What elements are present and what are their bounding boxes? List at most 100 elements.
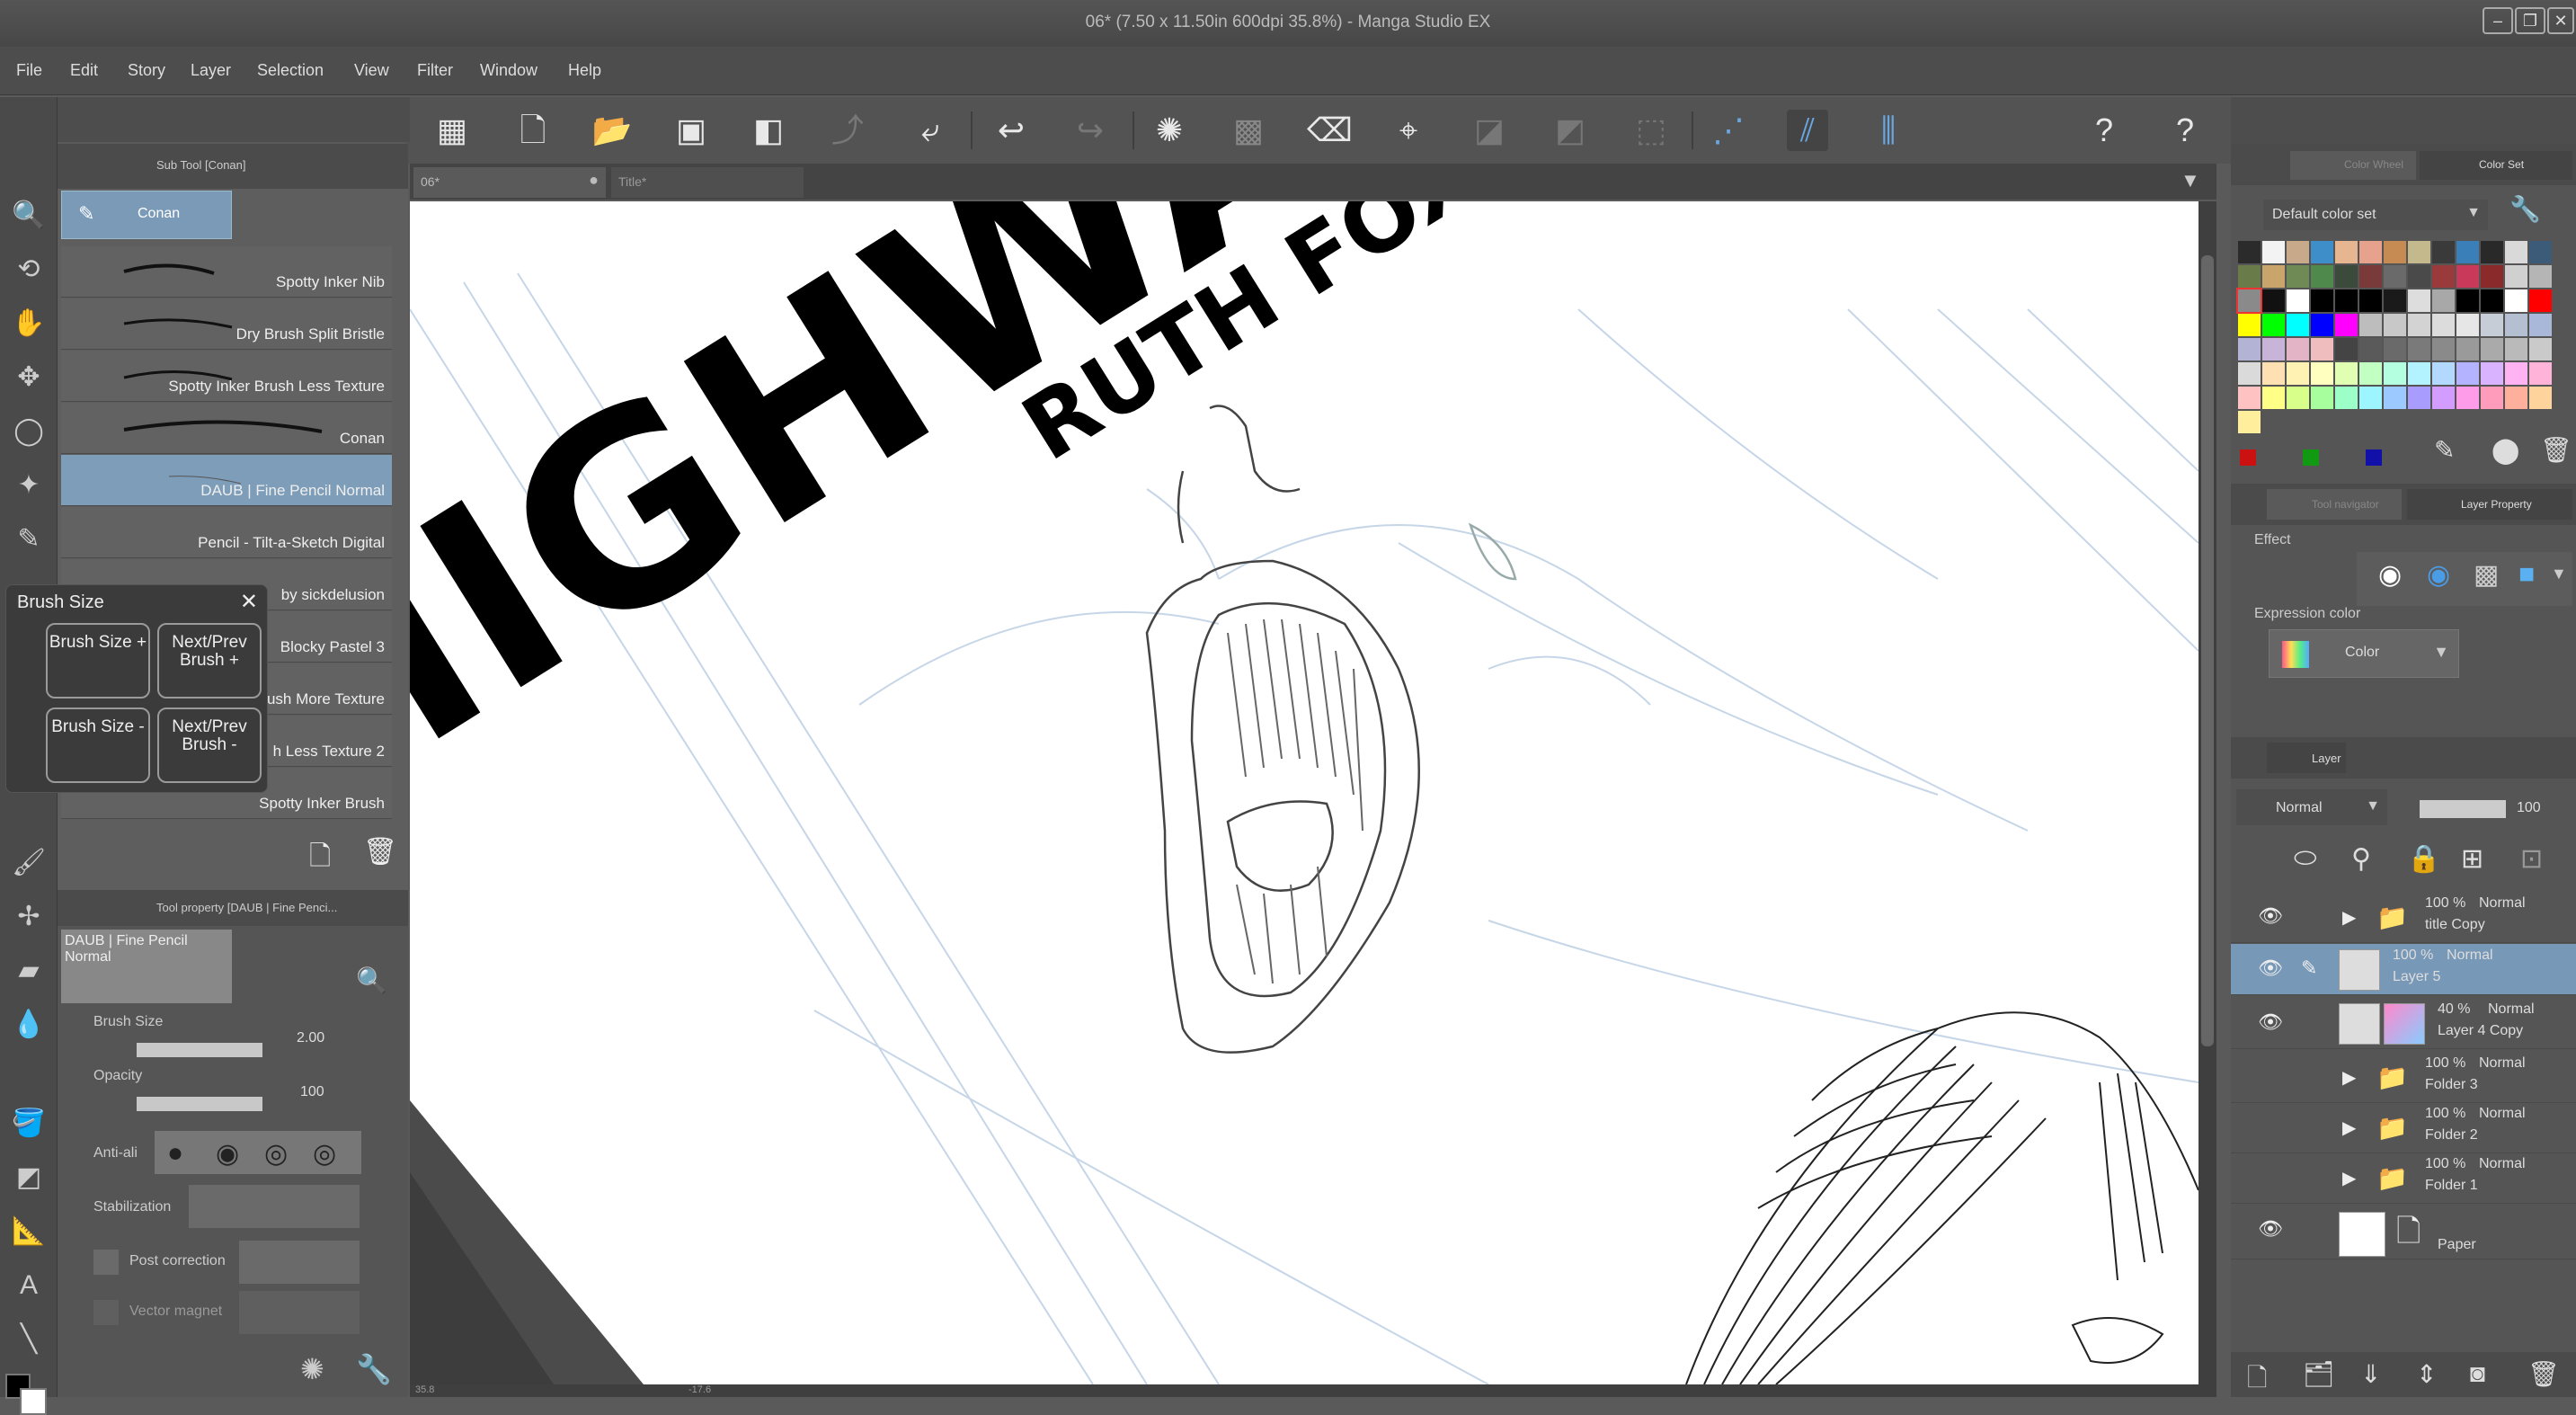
color-swatch[interactable] [2287, 362, 2309, 385]
lasso-icon[interactable]: ◯ [11, 414, 47, 449]
menu-file[interactable]: File [16, 61, 42, 80]
color-swatch[interactable] [2432, 338, 2455, 360]
color-swatch[interactable] [2408, 387, 2430, 409]
share-icon[interactable]: ⤶ [910, 110, 951, 151]
vector-magnet-slider[interactable] [239, 1291, 360, 1334]
layer-row[interactable]: 👁 ▶ 📁 100 % Normal title Copy [2231, 892, 2576, 943]
color-swatch[interactable] [2262, 265, 2285, 288]
color-swatch[interactable] [2262, 241, 2285, 263]
color-swatch[interactable] [2481, 241, 2503, 263]
menu-story[interactable]: Story [128, 61, 165, 80]
select-all-icon[interactable]: ▩ [1228, 110, 1269, 151]
merge-down-icon[interactable]: ⇓ [2360, 1359, 2381, 1389]
color-swatch[interactable] [2287, 338, 2309, 360]
color-swatch[interactable] [2529, 362, 2552, 385]
blend-mode-select[interactable]: Normal ▼ [2236, 789, 2387, 825]
minimize-button[interactable]: – [2483, 7, 2513, 34]
color-swatch[interactable] [2359, 362, 2382, 385]
color-swatch[interactable] [2432, 314, 2455, 336]
menu-window[interactable]: Window [480, 61, 537, 80]
tab-06[interactable]: 06* ● [413, 167, 606, 198]
color-swatch[interactable] [2335, 338, 2358, 360]
brush-size-minus-button[interactable]: Brush Size - [46, 708, 150, 783]
color-swatch[interactable] [2481, 289, 2503, 312]
layer-row[interactable]: 👁 40 % Normal Layer 4 Copy [2231, 998, 2576, 1049]
airbrush-icon[interactable]: ✢ [11, 899, 47, 935]
snap-special-ruler-icon[interactable]: ⫽ [1787, 110, 1828, 151]
tone-icon[interactable]: ▩ [2474, 559, 2499, 591]
scroll-thumb[interactable] [2201, 255, 2214, 1046]
color-swatch[interactable] [2311, 362, 2333, 385]
color-swatch[interactable] [2456, 387, 2479, 409]
eye-icon[interactable]: 👁 [2258, 904, 2283, 928]
color-swatch[interactable] [2359, 387, 2382, 409]
magic-wand-icon[interactable]: ✦ [11, 467, 47, 503]
eyedropper-icon[interactable]: ✎ [11, 521, 47, 557]
color-swatch[interactable] [2432, 387, 2455, 409]
recent-color-red[interactable] [2240, 449, 2256, 466]
color-swatch[interactable] [2481, 314, 2503, 336]
color-swatch[interactable] [2262, 338, 2285, 360]
menu-filter[interactable]: Filter [417, 61, 453, 80]
lock-icon[interactable]: 🔒 [2407, 843, 2440, 875]
color-swatch[interactable] [2384, 338, 2406, 360]
wrench-icon[interactable]: 🔧 [2509, 194, 2545, 230]
brush-icon[interactable]: 🖌 [11, 845, 47, 881]
color-swatch[interactable] [2262, 387, 2285, 409]
color-swatch[interactable] [2408, 289, 2430, 312]
settings-icon[interactable]: ✺ [300, 1352, 336, 1388]
color-swatch[interactable] [2408, 241, 2430, 263]
post-correction-slider[interactable] [239, 1241, 360, 1284]
color-swatch[interactable] [2262, 362, 2285, 385]
brush-size-value[interactable]: 2.00 [297, 1030, 324, 1046]
rotate-icon[interactable]: ⟲ [11, 252, 47, 288]
help-icon[interactable]: ? [2083, 110, 2125, 151]
brush-item[interactable]: Conan [61, 403, 392, 454]
extract-line-icon[interactable]: ◉ [2427, 559, 2450, 591]
color-swatch[interactable] [2529, 387, 2552, 409]
color-swatch[interactable] [2359, 241, 2382, 263]
color-swatch[interactable] [2505, 387, 2527, 409]
color-swatch[interactable] [2335, 241, 2358, 263]
sub-color-swatch[interactable] [20, 1388, 47, 1415]
color-swatch[interactable] [2311, 387, 2333, 409]
color-swatch[interactable] [2287, 387, 2309, 409]
color-swatch[interactable] [2359, 265, 2382, 288]
color-swatch[interactable] [2408, 314, 2430, 336]
color-swatch[interactable] [2505, 362, 2527, 385]
eye-icon[interactable]: 👁 [2258, 957, 2283, 980]
balloon-icon[interactable]: ╲ [11, 1322, 47, 1357]
color-swatch[interactable] [2335, 289, 2358, 312]
eyedropper-icon[interactable]: ✎ [2434, 435, 2470, 471]
vector-magnet-checkbox[interactable] [93, 1300, 119, 1325]
color-swatch[interactable] [2456, 241, 2479, 263]
expand-icon[interactable]: ▶ [2342, 1167, 2356, 1189]
color-swatch[interactable] [2287, 289, 2309, 312]
color-swatch[interactable] [2529, 314, 2552, 336]
color-swatch[interactable] [2529, 265, 2552, 288]
color-swatch[interactable] [2238, 265, 2261, 288]
color-swatch[interactable] [2529, 289, 2552, 312]
color-swatch[interactable] [2529, 241, 2552, 263]
brush-item[interactable]: Dry Brush Split Bristle [61, 298, 392, 350]
wrench-icon[interactable]: 🔧 [356, 1352, 392, 1388]
prev-brush-button[interactable]: Next/Prev Brush - [157, 708, 262, 783]
color-swatch[interactable] [2432, 362, 2455, 385]
color-swatch[interactable] [2408, 338, 2430, 360]
color-swatch[interactable] [2335, 362, 2358, 385]
color-swatch[interactable] [2238, 387, 2261, 409]
save-copy-icon[interactable]: ◧ [748, 110, 789, 151]
menu-selection[interactable]: Selection [257, 61, 324, 80]
expand-icon[interactable]: ▶ [2342, 1066, 2356, 1089]
new-file-icon[interactable]: 🗋 [512, 110, 554, 151]
fill-selection-icon[interactable]: ◪ [1469, 110, 1510, 151]
vertical-scrollbar[interactable] [2198, 201, 2216, 1384]
color-swatch[interactable] [2408, 362, 2430, 385]
layer-row-selected[interactable]: 👁 ✎ 100 % Normal Layer 5 [2231, 944, 2576, 995]
maximize-button[interactable]: ❐ [2515, 7, 2545, 34]
recent-color-green[interactable] [2303, 449, 2319, 466]
active-subtool-tab[interactable]: ✎ Conan [61, 191, 232, 239]
color-swatch[interactable] [2287, 241, 2309, 263]
color-swatch[interactable] [2384, 387, 2406, 409]
color-swatch[interactable] [2505, 338, 2527, 360]
